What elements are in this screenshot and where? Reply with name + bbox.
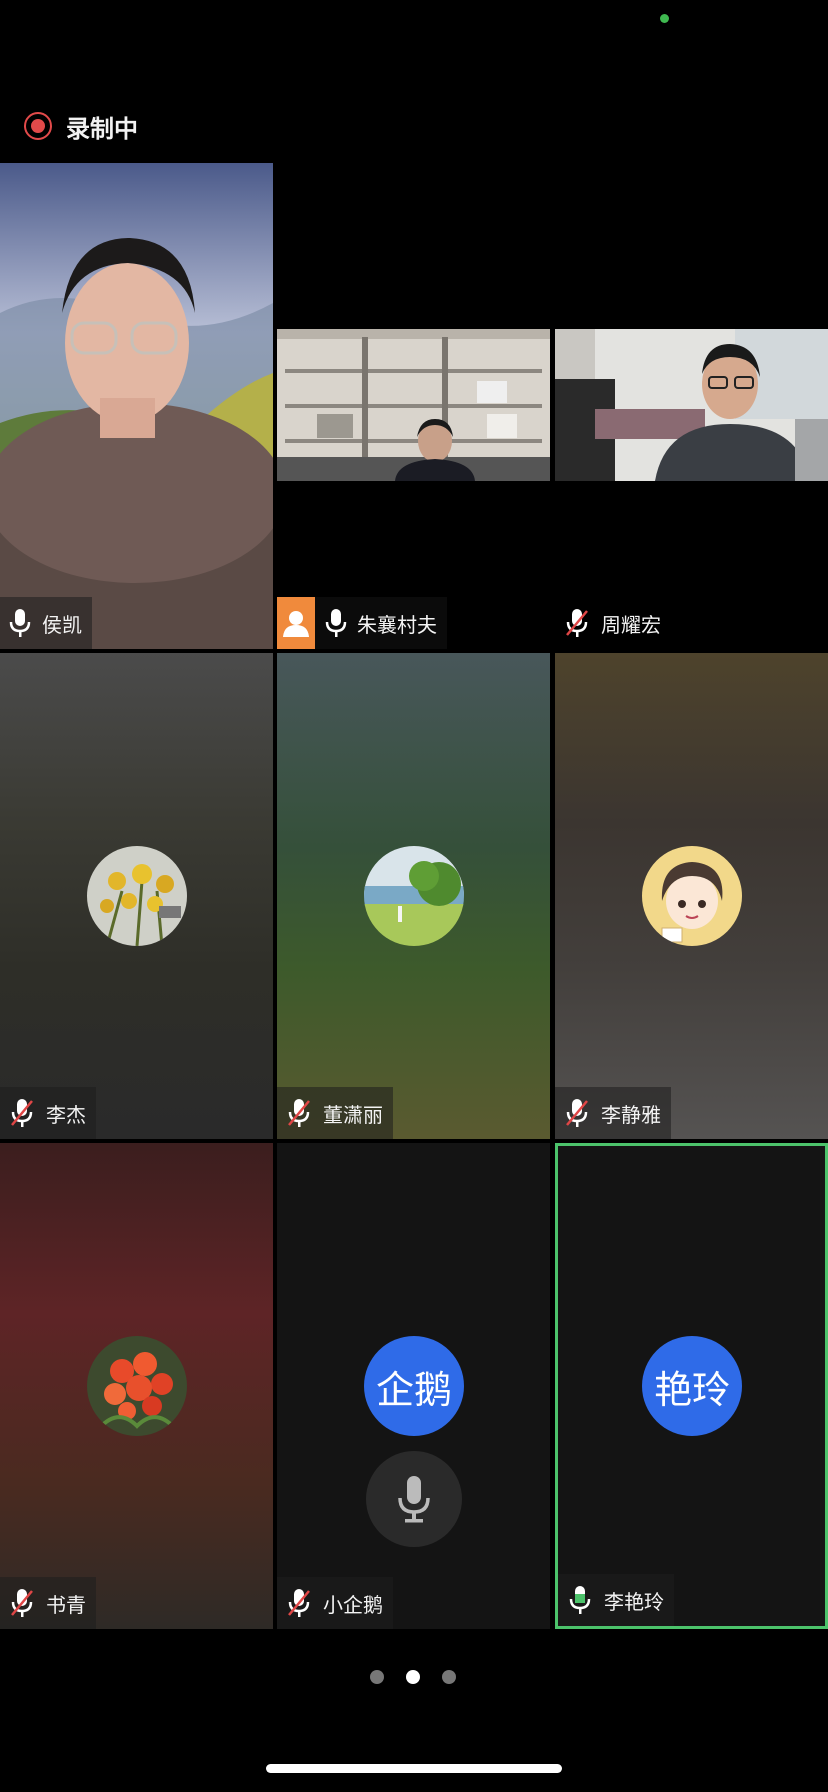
name-tag: 侯凯 — [0, 597, 92, 649]
video-tile-lijie[interactable]: 李杰 — [0, 653, 273, 1139]
video-tile-xiaoqie[interactable]: 企鹅 小企鹅 — [277, 1143, 550, 1629]
participant-name: 李艳玲 — [604, 1589, 664, 1614]
mic-muted-icon — [563, 1097, 591, 1129]
page-dot[interactable] — [370, 1670, 384, 1684]
avatar — [642, 846, 742, 946]
name-tag: 小企鹅 — [277, 1577, 393, 1629]
mic-icon — [325, 607, 347, 639]
host-badge — [277, 597, 315, 649]
mic-muted-icon — [8, 1587, 36, 1619]
name-tag: 李艳玲 — [558, 1574, 674, 1626]
mic-speaking-icon — [566, 1584, 594, 1616]
participant-name: 书青 — [46, 1592, 86, 1617]
page-dot-active[interactable] — [406, 1670, 420, 1684]
participant-video — [555, 329, 828, 481]
name-tag: 朱襄村夫 — [277, 597, 447, 649]
video-tile-lijingya[interactable]: 李静雅 — [555, 653, 828, 1139]
microphone-button[interactable] — [366, 1451, 462, 1547]
avatar — [87, 1336, 187, 1436]
participant-name: 董潇丽 — [323, 1102, 383, 1127]
video-tile-dongxiaoli[interactable]: 董潇丽 — [277, 653, 550, 1139]
participant-video — [277, 329, 550, 481]
text-avatar: 艳玲 — [642, 1336, 742, 1436]
video-tile-zhuxiangcunfu[interactable]: 朱襄村夫 — [277, 163, 550, 649]
name-tag: 李杰 — [0, 1087, 96, 1139]
recording-indicator[interactable]: 录制中 — [24, 110, 138, 143]
participant-name: 周耀宏 — [601, 612, 661, 637]
recording-label: 录制中 — [66, 114, 138, 143]
video-tile-zhouyaohong[interactable]: 周耀宏 — [555, 163, 828, 649]
avatar — [364, 846, 464, 946]
video-tile-houkai[interactable]: 侯凯 — [0, 163, 273, 649]
name-tag: 李静雅 — [555, 1087, 671, 1139]
mic-icon — [398, 1476, 430, 1523]
page-dot[interactable] — [442, 1670, 456, 1684]
avatar — [87, 846, 187, 946]
participant-name: 侯凯 — [42, 612, 82, 637]
name-tag: 周耀宏 — [555, 597, 671, 649]
participant-video — [0, 163, 273, 649]
mic-icon — [8, 607, 32, 639]
user-icon — [283, 611, 309, 637]
text-avatar: 企鹅 — [364, 1336, 464, 1436]
mic-muted-icon — [285, 1587, 313, 1619]
name-tag: 董潇丽 — [277, 1087, 393, 1139]
mic-muted-icon — [563, 607, 591, 639]
page-indicator[interactable] — [370, 1670, 456, 1684]
mic-muted-icon — [285, 1097, 313, 1129]
status-indicator — [660, 14, 669, 23]
mic-muted-icon — [8, 1097, 36, 1129]
home-indicator[interactable] — [266, 1764, 562, 1773]
name-tag: 书青 — [0, 1577, 96, 1629]
participant-name: 李杰 — [46, 1102, 86, 1127]
participant-name: 朱襄村夫 — [357, 612, 437, 637]
participant-name: 李静雅 — [601, 1102, 661, 1127]
participant-name: 小企鹅 — [323, 1592, 383, 1617]
video-tile-shuqing[interactable]: 书青 — [0, 1143, 273, 1629]
video-tile-liyanling[interactable]: 艳玲 李艳玲 — [555, 1143, 828, 1629]
record-icon — [24, 112, 52, 140]
